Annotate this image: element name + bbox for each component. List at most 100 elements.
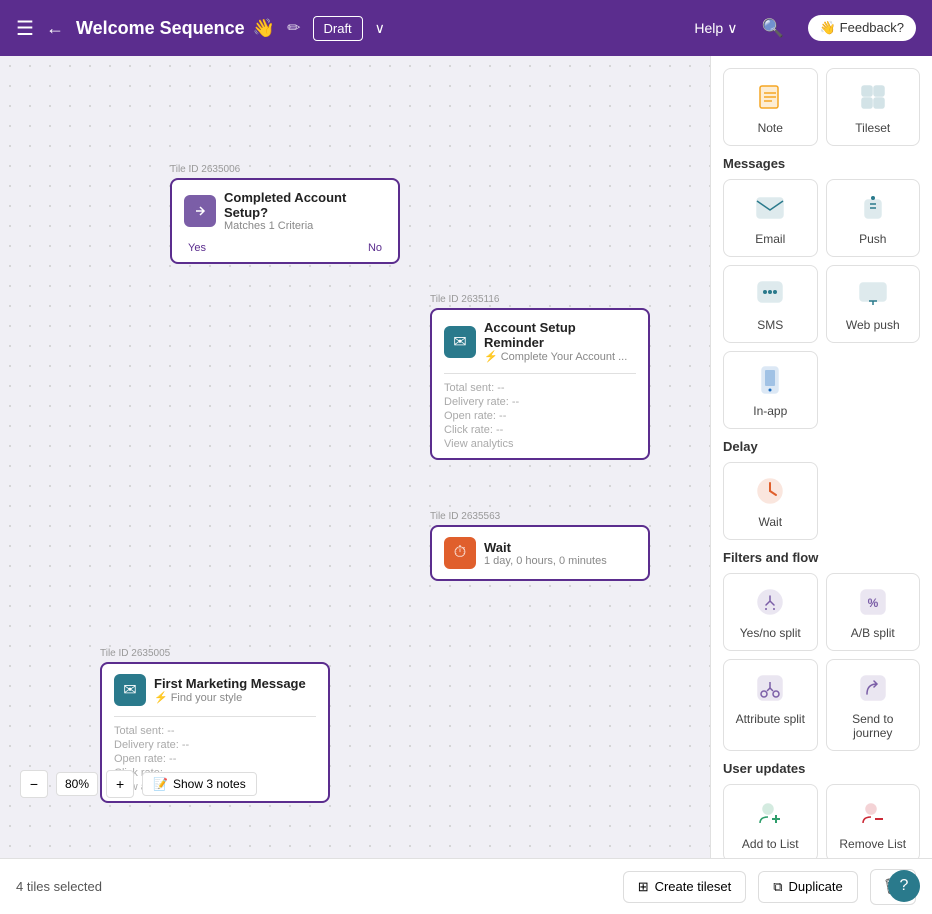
sms-label: SMS [757,318,783,332]
panel-item-note[interactable]: Note [723,68,818,146]
in-app-label: In-app [753,404,787,418]
decision-header: Completed Account Setup? Matches 1 Crite… [172,180,398,242]
right-panel: Note Tileset Messages [710,56,932,858]
svg-text:%: % [867,596,878,610]
decision-branches: Yes No [172,242,398,262]
first-email-text: First Marketing Message ⚡ Find your styl… [154,676,306,704]
decision-tile-id: Tile ID 2635006 [170,164,240,175]
panel-item-sms[interactable]: SMS [723,265,818,343]
user-updates-panel-grid: Add to List Remove List [723,784,920,858]
add-to-list-icon [752,795,788,831]
panel-item-add-to-list[interactable]: Add to List [723,784,818,858]
first-email-tile-id: Tile ID 2635005 [100,648,170,659]
attribute-split-icon [752,670,788,706]
create-tileset-button[interactable]: ⊞ Create tileset [623,871,747,903]
note-label: Note [758,121,783,135]
email-node-header: ✉ Account Setup Reminder ⚡ Complete Your… [432,310,648,373]
panel-item-in-app[interactable]: In-app [723,351,818,429]
filters-panel-grid: Yes/no split % A/B split [723,573,920,751]
wait-panel-label: Wait [758,515,782,529]
ab-split-icon: % [855,584,891,620]
tileset-label: Tileset [855,121,890,135]
flow-canvas[interactable]: Tile ID 2635006 Completed Account Setup?… [0,56,710,858]
zoom-in-button[interactable]: + [106,770,134,798]
chevron-icon[interactable]: ∨ [375,20,385,37]
feedback-button[interactable]: 👋 Feedback? [808,15,916,41]
panel-item-remove-list[interactable]: Remove List [826,784,921,858]
branch-yes-label: Yes [188,242,206,254]
yes-no-split-label: Yes/no split [740,626,801,640]
first-email-node-wrapper: Tile ID 2635005 ✉ First Marketing Messag… [100,648,170,662]
panel-item-tileset[interactable]: Tileset [826,68,921,146]
top-panel-grid: Note Tileset [723,68,920,146]
tiles-selected-label: 4 tiles selected [16,879,611,894]
panel-item-send-to-journey[interactable]: Send to journey [826,659,921,751]
duplicate-button[interactable]: ⧉ Duplicate [758,871,858,903]
email-stats: Total sent: -- Delivery rate: -- Open ra… [432,374,648,458]
back-icon[interactable]: ← [46,18,64,39]
yes-no-split-icon [752,584,788,620]
email-view-analytics[interactable]: View analytics [444,438,636,450]
email-node[interactable]: ✉ Account Setup Reminder ⚡ Complete Your… [430,308,650,460]
panel-item-yes-no-split[interactable]: Yes/no split [723,573,818,651]
web-push-icon [855,276,891,312]
show-notes-button[interactable]: 📝 Show 3 notes [142,772,257,796]
notes-icon: 📝 [153,777,168,791]
zoom-level: 80% [56,772,98,796]
wait-node-wrapper: Tile ID 2635563 ⏱ Wait 1 day, 0 hours, 0… [430,511,500,525]
messages-section-title: Messages [723,156,920,171]
decision-node[interactable]: Completed Account Setup? Matches 1 Crite… [170,178,400,264]
web-push-label: Web push [846,318,900,332]
email-icon: ✉ [444,326,476,358]
branch-no-label: No [368,242,382,254]
ab-split-label: A/B split [851,626,895,640]
in-app-icon [752,362,788,398]
zoom-out-button[interactable]: − [20,770,48,798]
draft-button[interactable]: Draft [313,16,363,41]
panel-item-email[interactable]: Email [723,179,818,257]
wait-tile-id: Tile ID 2635563 [430,511,500,522]
help-menu[interactable]: Help ∨ [694,20,737,37]
wait-panel-icon [752,473,788,509]
decision-text: Completed Account Setup? Matches 1 Crite… [224,190,386,232]
duplicate-icon: ⧉ [773,879,782,895]
main-content: Tile ID 2635006 Completed Account Setup?… [0,56,932,858]
panel-item-ab-split[interactable]: % A/B split [826,573,921,651]
action-bar: 4 tiles selected ⊞ Create tileset ⧉ Dupl… [0,858,932,914]
remove-list-icon [855,795,891,831]
email-panel-label: Email [755,232,785,246]
create-tileset-icon: ⊞ [638,879,649,895]
bottom-toolbar: − 80% + 📝 Show 3 notes [20,770,257,798]
menu-icon[interactable]: ☰ [16,16,34,41]
wait-node[interactable]: ⏱ Wait 1 day, 0 hours, 0 minutes [430,525,650,581]
user-updates-section-title: User updates [723,761,920,776]
panel-item-wait[interactable]: Wait [723,462,818,540]
decision-icon [184,195,216,227]
sms-icon [752,276,788,312]
send-to-journey-label: Send to journey [837,712,910,740]
wait-node-header: ⏱ Wait 1 day, 0 hours, 0 minutes [432,527,648,579]
page-title: Welcome Sequence 👋 [76,18,275,39]
delay-section-title: Delay [723,439,920,454]
email-tile-id: Tile ID 2635116 [430,294,500,305]
edit-icon[interactable]: ✏ [287,18,300,38]
delay-panel-grid: Wait [723,462,920,540]
email-node-wrapper: Tile ID 2635116 ✉ Account Setup Reminder… [430,294,500,308]
attribute-split-label: Attribute split [736,712,805,726]
add-to-list-label: Add to List [742,837,799,851]
wait-icon: ⏱ [444,537,476,569]
tileset-icon [855,79,891,115]
email-text: Account Setup Reminder ⚡ Complete Your A… [484,320,636,363]
panel-item-push[interactable]: Push [826,179,921,257]
push-label: Push [859,232,886,246]
search-icon[interactable]: 🔍 [761,18,783,39]
email-panel-icon [752,190,788,226]
header: ☰ ← Welcome Sequence 👋 ✏ Draft ∨ Help ∨ … [0,0,932,56]
decision-node-wrapper: Tile ID 2635006 Completed Account Setup?… [170,164,240,178]
first-email-header: ✉ First Marketing Message ⚡ Find your st… [102,664,328,716]
wait-text: Wait 1 day, 0 hours, 0 minutes [484,540,607,567]
filters-section-title: Filters and flow [723,550,920,565]
first-email-icon: ✉ [114,674,146,706]
panel-item-attribute-split[interactable]: Attribute split [723,659,818,751]
panel-item-web-push[interactable]: Web push [826,265,921,343]
